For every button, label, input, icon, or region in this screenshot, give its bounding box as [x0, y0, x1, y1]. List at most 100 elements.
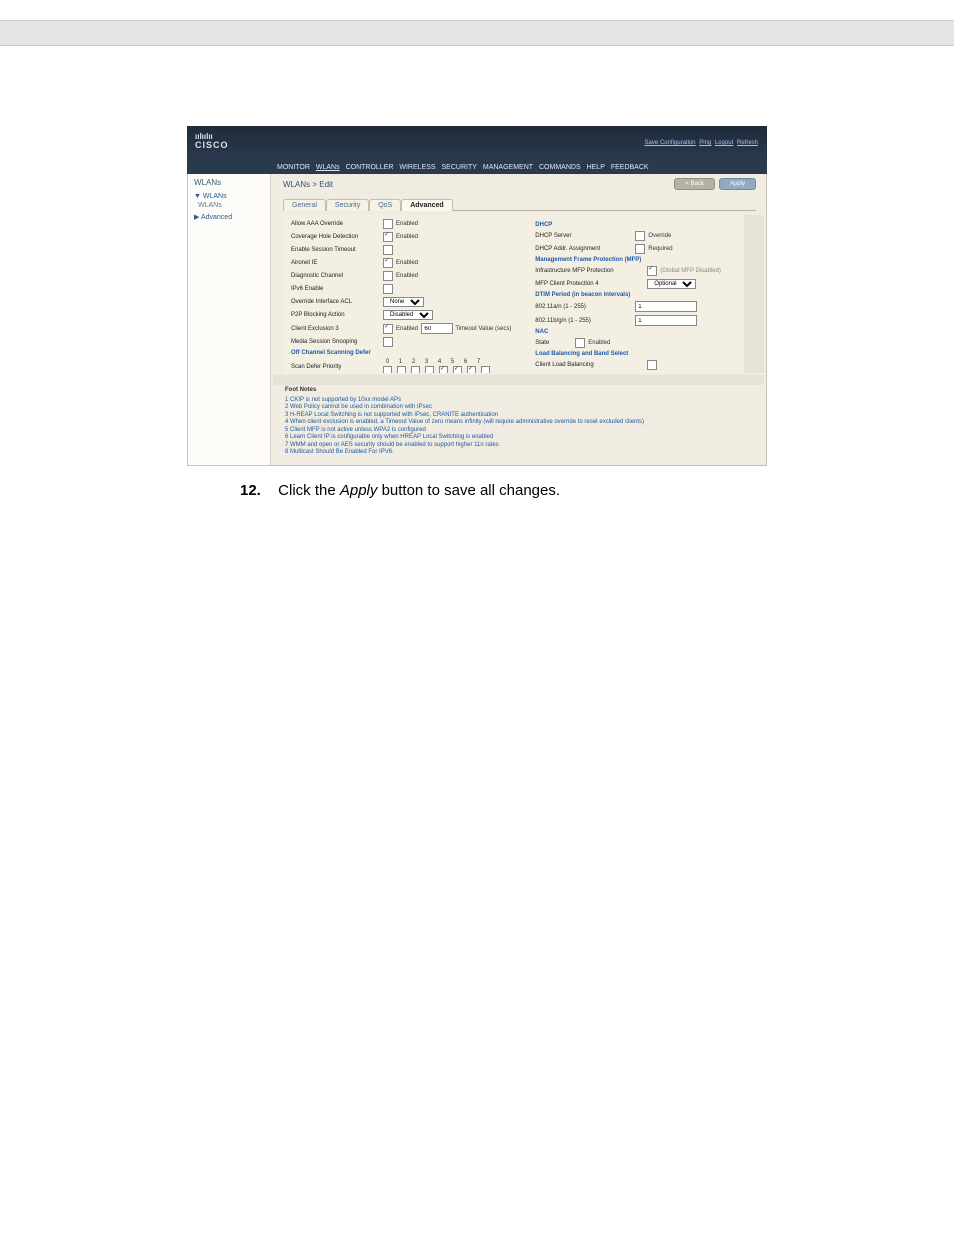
head-nac: NAC [535, 329, 746, 335]
lbl-dhcpaddr: DHCP Addr. Assignment [535, 246, 635, 252]
chk-lb[interactable] [647, 360, 657, 370]
horizontal-scrollbar[interactable] [273, 375, 764, 385]
back-button[interactable]: < Back [674, 178, 715, 190]
fn-3: 3 H-REAP Local Switching is not supporte… [285, 412, 756, 420]
settings-col-left: Allow AAA OverrideEnabled Coverage Hole … [283, 215, 527, 373]
lbl-mfpclient: MFP Client Protection 4 [535, 281, 647, 287]
inp-dtima[interactable] [635, 301, 697, 312]
sd-7[interactable] [481, 366, 490, 373]
caption-prefix: Click the [278, 482, 340, 499]
sidebar-wlans-group[interactable]: ▼ WLANs [194, 193, 264, 200]
lbl-dtima: 802.11a/n (1 - 255) [535, 304, 635, 310]
sidebar-advanced[interactable]: ▶ Advanced [194, 213, 264, 221]
nav-commands[interactable]: COMMANDS [539, 164, 581, 171]
chk-diag[interactable] [383, 271, 393, 281]
chk-ipv6[interactable] [383, 284, 393, 294]
head-dtim: DTIM Period (in beacon intervals) [535, 292, 746, 298]
head-load: Load Balancing and Band Select [535, 351, 746, 357]
tab-qos[interactable]: QoS [369, 199, 401, 211]
tab-advanced[interactable]: Advanced [401, 199, 452, 211]
header-links: Save Configuration Ping Logout Refresh [644, 140, 759, 146]
lbl-media: Media Session Snooping [291, 339, 383, 345]
lbl-p2p: P2P Blocking Action [291, 312, 383, 318]
vertical-scrollbar[interactable] [744, 215, 754, 373]
nav-controller[interactable]: CONTROLLER [346, 164, 394, 171]
sd-1[interactable] [397, 366, 406, 373]
settings-scroll: Allow AAA OverrideEnabled Coverage Hole … [283, 215, 764, 373]
nav-wireless[interactable]: WIRELESS [399, 164, 435, 171]
step-caption: 12. Click the Apply button to save all c… [240, 482, 894, 499]
sd-6[interactable] [467, 366, 476, 373]
lbl-cov: Coverage Hole Detection [291, 234, 383, 240]
tab-general[interactable]: General [283, 199, 326, 211]
tab-row: General Security QoS Advanced [283, 198, 756, 211]
chk-dhcpaddr[interactable] [635, 244, 645, 254]
sd-2[interactable] [411, 366, 420, 373]
lbl-lb: Client Load Balancing [535, 362, 647, 368]
page-top-bar [0, 20, 954, 46]
inp-dtimb[interactable] [635, 315, 697, 326]
sel-mfpclient[interactable]: Optional [647, 279, 696, 289]
lbl-mfpinfra: Infrastructure MFP Protection [535, 268, 647, 274]
scan-defer-checks [383, 366, 493, 373]
head-dhcp: DHCP [535, 222, 746, 228]
footnotes-head: Foot Notes [285, 387, 756, 395]
head-mfp: Management Frame Protection (MFP) [535, 257, 746, 263]
chk-aaa[interactable] [383, 219, 393, 229]
ping-link[interactable]: Ping [699, 140, 711, 146]
chk-cov[interactable] [383, 232, 393, 242]
app-header: ıılıılıı CISCO Save Configuration Ping L… [187, 126, 767, 162]
page-content: ıılıılıı CISCO Save Configuration Ping L… [0, 46, 954, 539]
chk-dhcpserver[interactable] [635, 231, 645, 241]
breadcrumb: WLANs > Edit [283, 180, 333, 189]
fn-4: 4 When client exclusion is enabled, a Ti… [285, 419, 756, 427]
left-sidebar: WLANs ▼ WLANs WLANs ▶ Advanced [188, 174, 271, 465]
inp-clex-timeout[interactable] [421, 323, 453, 334]
lbl-dhcpserver: DHCP Server [535, 233, 635, 239]
main-pane: WLANs > Edit < Back Apply General Securi… [271, 174, 766, 465]
lbl-nacstate: State [535, 340, 575, 346]
sd-4[interactable] [439, 366, 448, 373]
lbl-aaa: Allow AAA Override [291, 221, 383, 227]
chk-mfpinfra[interactable] [647, 266, 657, 276]
caption-button: Apply [340, 482, 378, 499]
caption-suffix: button to save all changes. [382, 482, 560, 499]
chk-media[interactable] [383, 337, 393, 347]
apply-button[interactable]: Apply [719, 178, 756, 190]
sel-p2p[interactable]: Disabled [383, 310, 433, 320]
sd-0[interactable] [383, 366, 392, 373]
scan-defer-nums: 01234567 [383, 359, 493, 365]
step-number: 12. [240, 482, 264, 499]
wlc-screenshot: ıılıılıı CISCO Save Configuration Ping L… [187, 126, 767, 466]
lbl-ovacl: Override Interface ACL [291, 299, 383, 305]
nav-management[interactable]: MANAGEMENT [483, 164, 533, 171]
logout-link[interactable]: Logout [715, 140, 733, 146]
sidebar-title: WLANs [194, 178, 264, 187]
chk-sess[interactable] [383, 245, 393, 255]
sd-3[interactable] [425, 366, 434, 373]
chk-aironet[interactable] [383, 258, 393, 268]
lbl-diag: Diagnostic Channel [291, 273, 383, 279]
lbl-ipv6: IPv6 Enable [291, 286, 383, 292]
sd-5[interactable] [453, 366, 462, 373]
nav-feedback[interactable]: FEEDBACK [611, 164, 649, 171]
brand-logo: ıılıılıı CISCO [195, 132, 229, 150]
nav-bar: MONITOR WLANs CONTROLLER WIRELESS SECURI… [187, 162, 767, 174]
nav-help[interactable]: HELP [587, 164, 605, 171]
fn-6: 6 Learn Client IP is configurable only w… [285, 434, 756, 442]
chk-nacstate[interactable] [575, 338, 585, 348]
fn-2: 2 Web Policy cannot be used in combinati… [285, 404, 756, 412]
nav-wlans[interactable]: WLANs [316, 164, 340, 171]
app-body: WLANs ▼ WLANs WLANs ▶ Advanced WLANs > E… [187, 174, 767, 466]
sidebar-wlans[interactable]: WLANs [198, 202, 264, 209]
nav-monitor[interactable]: MONITOR [277, 164, 310, 171]
save-config-link[interactable]: Save Configuration [645, 140, 696, 146]
footnotes: Foot Notes 1 CKIP is not supported by 10… [285, 387, 756, 457]
refresh-link[interactable]: Refresh [737, 140, 758, 146]
fn-8: 8 Multicast Should Be Enabled For IPV6. [285, 449, 756, 457]
fn-5: 5 Client MFP is not active unless WPA2 i… [285, 427, 756, 435]
tab-security[interactable]: Security [326, 199, 369, 211]
chk-clex[interactable] [383, 324, 393, 334]
nav-security[interactable]: SECURITY [442, 164, 477, 171]
sel-ovacl[interactable]: None [383, 297, 424, 307]
